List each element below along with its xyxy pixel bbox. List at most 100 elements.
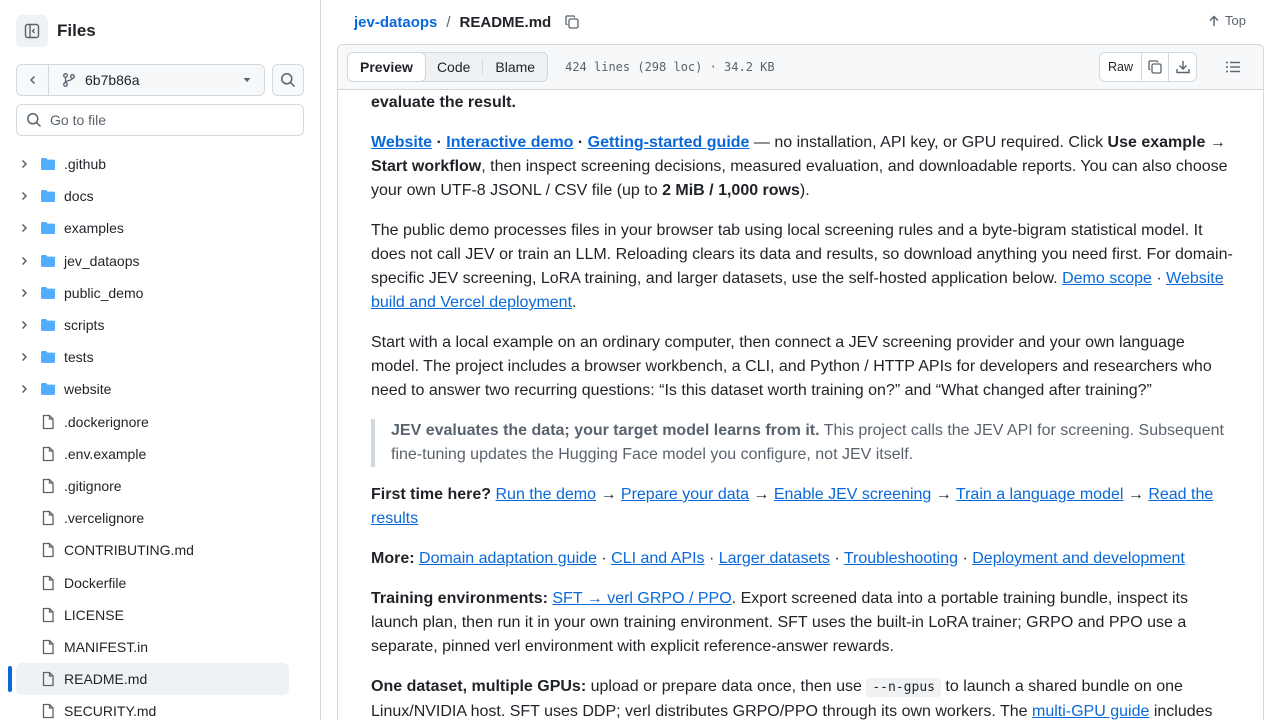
tree-file-item[interactable]: .env.example xyxy=(0,438,320,470)
branch-name: 6b7b86a xyxy=(85,72,140,88)
file-box: Preview Code Blame 424 lines (298 loc) ·… xyxy=(337,44,1264,720)
folder-icon-wrap xyxy=(40,317,56,333)
troubleshooting-link[interactable]: Troubleshooting xyxy=(844,550,958,567)
breadcrumb-repo-link[interactable]: jev-dataops xyxy=(354,14,437,31)
copy-raw-button[interactable] xyxy=(1142,53,1169,81)
expand-toggle[interactable] xyxy=(16,381,32,397)
separator-dot: · xyxy=(432,134,447,151)
prepare-data-link[interactable]: Prepare your data xyxy=(621,486,749,503)
expand-toggle[interactable] xyxy=(16,349,32,365)
readme-paragraph-gpus: One dataset, multiple GPUs: upload or pr… xyxy=(371,675,1235,720)
git-branch-icon xyxy=(63,73,75,87)
tree-folder-item[interactable]: tests xyxy=(0,341,320,373)
larger-datasets-link[interactable]: Larger datasets xyxy=(719,550,830,567)
tree-file-item[interactable]: Dockerfile xyxy=(0,566,320,598)
folder-icon xyxy=(41,158,55,171)
raw-button[interactable]: Raw xyxy=(1100,53,1142,81)
arrow-text: → xyxy=(931,486,956,503)
cli-apis-link[interactable]: CLI and APIs xyxy=(611,550,704,567)
tab-preview[interactable]: Preview xyxy=(347,52,426,82)
separator-dot: · xyxy=(573,134,588,151)
folder-icon-wrap xyxy=(40,253,56,269)
sft-verl-link[interactable]: SFT → verl GRPO / PPO xyxy=(552,590,731,607)
run-demo-link[interactable]: Run the demo xyxy=(495,486,596,503)
file-tree-sidebar: Files 6b7b86a .github docs examples jev_dat… xyxy=(0,0,321,720)
tab-code[interactable]: Code xyxy=(425,53,482,81)
bold-text: 2 MiB / 1,000 rows xyxy=(662,182,800,199)
folder-icon xyxy=(41,254,55,267)
tree-folder-item[interactable]: public_demo xyxy=(0,277,320,309)
tree-file-item[interactable]: MANIFEST.in xyxy=(0,631,320,663)
tree-file-item[interactable]: README.md xyxy=(0,663,320,696)
tree-item-label: examples xyxy=(64,220,124,237)
tree-file-item[interactable]: LICENSE xyxy=(0,599,320,631)
expand-toggle[interactable] xyxy=(16,285,32,301)
file-icon-wrap xyxy=(40,478,56,494)
file-icon xyxy=(42,543,54,558)
bold-text: Training environments: xyxy=(371,590,548,607)
folder-icon-wrap xyxy=(40,156,56,172)
tree-item-label: scripts xyxy=(64,317,105,334)
caret-down-icon xyxy=(243,78,251,82)
copy-path-button[interactable] xyxy=(564,14,580,30)
domain-adaptation-link[interactable]: Domain adaptation guide xyxy=(419,550,597,567)
tree-file-item[interactable]: .vercelignore xyxy=(0,502,320,534)
list-unordered-icon xyxy=(1226,61,1240,73)
tree-folder-item[interactable]: website xyxy=(0,373,320,405)
tab-blame[interactable]: Blame xyxy=(483,53,547,81)
file-icon-wrap xyxy=(40,510,56,526)
expand-toggle[interactable] xyxy=(16,188,32,204)
tree-folder-item[interactable]: jev_dataops xyxy=(0,245,320,277)
scroll-top-button[interactable]: Top xyxy=(1208,13,1246,28)
tree-item-label: SECURITY.md xyxy=(64,703,157,720)
readme-paragraph-links: Website · Interactive demo · Getting-sta… xyxy=(371,131,1235,203)
tree-file-item[interactable]: .dockerignore xyxy=(0,406,320,438)
arrow-text: → xyxy=(748,486,774,503)
interactive-demo-link[interactable]: Interactive demo xyxy=(446,134,573,151)
tree-item-label: CONTRIBUTING.md xyxy=(64,542,194,559)
tree-file-item[interactable]: CONTRIBUTING.md xyxy=(0,534,320,566)
go-to-file-input[interactable] xyxy=(50,112,290,128)
getting-started-link[interactable]: Getting-started guide xyxy=(588,134,750,151)
outline-button[interactable] xyxy=(1225,59,1241,80)
text-span: upload or prepare data once, then use xyxy=(586,678,867,695)
expand-toggle[interactable] xyxy=(16,220,32,236)
tree-file-item[interactable]: SECURITY.md xyxy=(0,695,320,720)
folder-icon-wrap xyxy=(40,381,56,397)
demo-scope-link[interactable]: Demo scope xyxy=(1062,270,1152,287)
folder-icon xyxy=(41,351,55,364)
folder-icon-wrap xyxy=(40,220,56,236)
tree-folder-item[interactable]: examples xyxy=(0,212,320,244)
train-model-link[interactable]: Train a language model xyxy=(956,486,1124,503)
tree-item-label: .dockerignore xyxy=(64,413,149,430)
branch-selector[interactable]: 6b7b86a xyxy=(48,64,265,96)
chevron-right-icon xyxy=(21,160,28,169)
file-icon xyxy=(42,704,54,719)
tree-item-label: LICENSE xyxy=(64,606,124,623)
collapse-sidebar-button[interactable] xyxy=(16,15,48,47)
tree-folder-item[interactable]: scripts xyxy=(0,309,320,341)
tree-item-label: public_demo xyxy=(64,284,144,301)
file-icon xyxy=(42,607,54,622)
expand-toggle[interactable] xyxy=(16,156,32,172)
multi-gpu-guide-link[interactable]: multi-GPU guide xyxy=(1032,703,1149,720)
search-icon xyxy=(281,73,296,88)
separator-dot: · xyxy=(596,550,612,567)
download-button[interactable] xyxy=(1169,53,1196,81)
tree-item-label: README.md xyxy=(64,671,148,688)
expand-toggle[interactable] xyxy=(16,253,32,269)
tree-folder-item[interactable]: .github xyxy=(0,148,320,180)
tree-folder-item[interactable]: docs xyxy=(0,180,320,212)
sidebar-header: Files xyxy=(16,15,96,47)
go-to-file-field[interactable] xyxy=(16,104,304,136)
website-link[interactable]: Website xyxy=(371,134,432,151)
back-button[interactable] xyxy=(16,64,48,96)
enable-screening-link[interactable]: Enable JEV screening xyxy=(774,486,931,503)
tree-item-label: .env.example xyxy=(64,445,147,462)
tree-item-label: tests xyxy=(64,349,94,366)
deployment-link[interactable]: Deployment and development xyxy=(972,550,1185,567)
tree-file-item[interactable]: .gitignore xyxy=(0,470,320,502)
view-mode-tabs: Preview Code Blame xyxy=(347,52,549,82)
search-button[interactable] xyxy=(272,64,304,96)
expand-toggle[interactable] xyxy=(16,317,32,333)
